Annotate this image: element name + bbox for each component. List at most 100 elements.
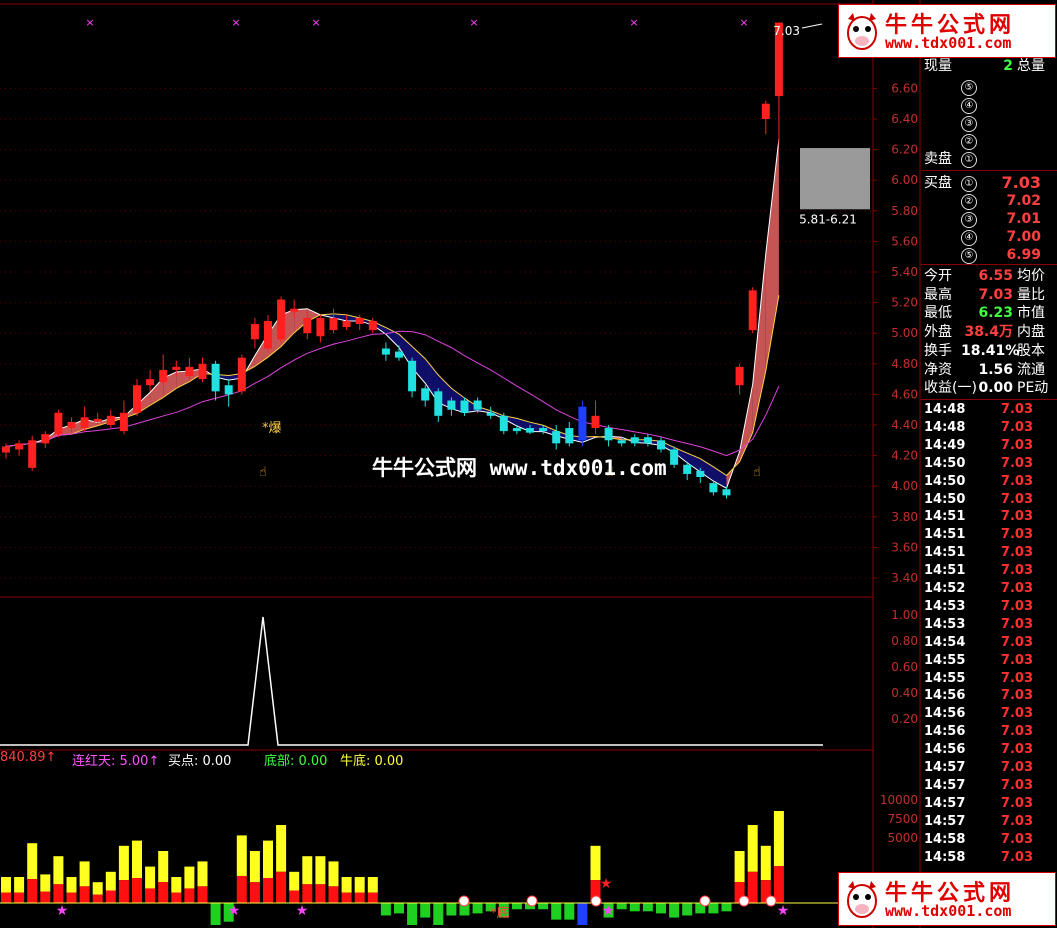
tick-time: 14:49 (924, 437, 966, 453)
buy-order-row: ② 7.02 (921, 192, 1057, 210)
volume-bar (747, 871, 758, 903)
tick-row: 14:50 7.03 (921, 491, 1057, 509)
hand-icon: ☝ (259, 465, 267, 480)
volume-bar (145, 866, 156, 889)
tick-time: 14:52 (924, 581, 966, 596)
stat-value: 38.4万 (964, 324, 1013, 341)
volume-bar (433, 903, 444, 925)
order-price: 7.03 (1001, 173, 1041, 192)
tick-time: 14:54 (924, 634, 966, 650)
volume-bar (420, 903, 431, 918)
tick-row: 14:48 7.03 (921, 419, 1057, 437)
stat-label: 今开 (924, 268, 952, 284)
volume-bar (132, 878, 142, 903)
price-axis-label: 6.40 (891, 112, 918, 126)
price-axis-label: 3.80 (891, 510, 918, 524)
volume-bar (92, 882, 103, 895)
trend-band (765, 138, 779, 371)
volume-bar (40, 874, 51, 892)
stat-label: 市值 (1017, 305, 1045, 322)
volume-bar (538, 903, 549, 910)
tick-time: 14:56 (924, 724, 966, 740)
price-axis-label: 6.00 (891, 173, 918, 187)
candle-body (290, 308, 299, 312)
separator (921, 170, 1057, 171)
candle-body (657, 440, 665, 450)
tick-row: 14:51 7.03 (921, 508, 1057, 526)
volume-bar (105, 890, 116, 903)
volume-bar (66, 892, 77, 903)
volume-bar (1, 877, 11, 893)
tick-price: 7.03 (1000, 419, 1033, 435)
volume-bar (132, 840, 142, 879)
buy-dot-icon (590, 895, 602, 907)
candle-body (486, 412, 495, 416)
candle-body (15, 443, 24, 450)
order-price: 7.02 (1006, 193, 1041, 209)
signal-marker: × (469, 16, 478, 29)
volume-bar (773, 866, 784, 903)
volume-bar (511, 903, 522, 910)
tick-price: 7.03 (1000, 527, 1033, 543)
separator (921, 264, 1057, 265)
volume-bar (1, 892, 11, 903)
signal-marker: × (85, 16, 94, 29)
tick-row: 14:48 7.03 (921, 401, 1057, 419)
tick-price: 7.03 (1000, 831, 1033, 847)
volume-bar (14, 877, 25, 893)
buy-dot-icon (765, 895, 777, 907)
sell-order-row: ④ (921, 96, 1057, 114)
buy-dot-icon (699, 895, 711, 907)
tick-row: 14:51 7.03 (921, 544, 1057, 562)
volume-bar (577, 903, 588, 925)
brand-url: www.tdx001.com (885, 34, 1012, 52)
candle-body (408, 360, 417, 392)
candle-body (447, 400, 456, 410)
order-level-icon: ③ (961, 212, 977, 228)
volume-bar (118, 880, 129, 903)
tick-price: 7.03 (1000, 616, 1033, 632)
order-level-icon: ⑤ (961, 248, 977, 264)
star-icon: ★ (56, 903, 69, 919)
volume-bar (708, 903, 719, 914)
buy-dot-icon (526, 895, 538, 907)
stat-label: 最低 (924, 305, 952, 322)
buy-order-row: ④ 7.00 (921, 228, 1057, 246)
tick-time: 14:51 (924, 563, 966, 579)
order-level-icon: ② (961, 194, 977, 210)
candle-body (578, 406, 587, 441)
volume-bar (760, 845, 771, 881)
volume-bar (354, 892, 365, 903)
volume-bar (629, 903, 640, 912)
volume-bar (289, 871, 300, 891)
order-level-icon: ① (961, 152, 977, 168)
tick-row: 14:57 7.03 (921, 759, 1057, 777)
candle-body (539, 428, 548, 432)
volume-bar (380, 903, 391, 916)
candle-body (80, 417, 89, 429)
stat-label: 净资 (924, 361, 952, 378)
tick-price: 7.03 (1000, 760, 1033, 775)
candle-body (630, 437, 639, 444)
candle-body (643, 437, 652, 444)
candle-body (237, 357, 246, 392)
candle-body (316, 317, 325, 337)
cow-icon (847, 13, 877, 50)
volume-bar (53, 856, 64, 885)
candle-body (722, 489, 731, 496)
xianliang-value: 2 (1003, 58, 1013, 74)
stock-chart-window: 6.60 6.40 6.20 6.00 5.80 5.60 5.40 5.20 5.00 4.80… (0, 0, 1057, 928)
tick-time: 14:55 (924, 670, 966, 686)
tick-row: 14:58 7.03 (921, 849, 1057, 867)
tick-row: 14:56 7.03 (921, 723, 1057, 741)
candle-body (499, 415, 508, 432)
candle-body (512, 428, 521, 432)
tick-price: 7.03 (1000, 437, 1033, 453)
indicator-value-label: 买点: 0.00 (168, 754, 232, 769)
volume-bar (197, 861, 208, 887)
indicator-value-label: 底部: 0.00 (264, 754, 328, 769)
volume-bar (249, 851, 260, 883)
buy-dot-icon (458, 895, 470, 907)
candle-body (264, 320, 272, 349)
volume-bar (446, 903, 457, 916)
